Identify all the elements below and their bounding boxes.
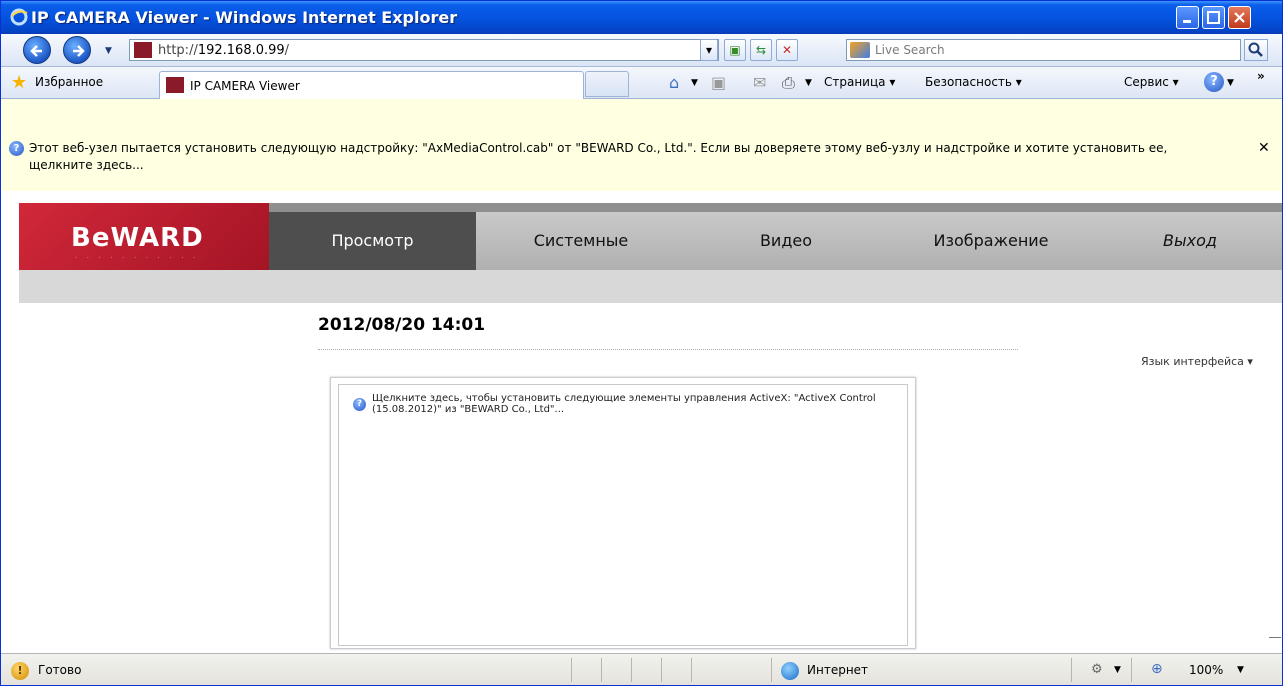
scrollbar-grip[interactable] — [1269, 637, 1281, 651]
status-bar: ! Готово Интернет ⚙ ▼ ⊕ 100% ▼ — [1, 653, 1282, 685]
search-icon — [1248, 42, 1263, 57]
maximize-icon — [1207, 11, 1220, 24]
favorites-star-icon[interactable]: ★ — [11, 74, 27, 92]
status-text: Готово — [38, 663, 82, 677]
status-separator — [771, 658, 772, 682]
search-placeholder: Live Search — [875, 43, 945, 57]
status-separator — [601, 658, 602, 682]
home-dropdown-icon[interactable]: ▼ — [691, 78, 698, 88]
warning-shield-icon: ! — [11, 662, 29, 680]
home-icon[interactable]: ⌂ — [669, 73, 679, 92]
favorites-button[interactable]: Избранное — [35, 75, 103, 89]
compatibility-button[interactable]: ▣ — [724, 39, 746, 61]
nav-video[interactable]: Видео — [686, 212, 886, 270]
tab-bar: ★ Избранное IP CAMERA Viewer ⌂ ▼ ▣ ✉ ⎙ ▼… — [1, 67, 1282, 99]
address-bar: ▼ http://192.168.0.99/ ▾ ▣ ⇆ ✕ Live Sear… — [1, 34, 1282, 67]
url-host: 192.168.0.99 — [197, 43, 285, 58]
site-favicon — [134, 42, 152, 58]
internet-explorer-icon — [10, 8, 28, 26]
status-separator — [1071, 658, 1072, 682]
print-dropdown-icon[interactable]: ▼ — [805, 78, 812, 88]
refresh-icon: ⇆ — [755, 43, 767, 57]
site-subheader-band — [19, 270, 1282, 303]
url-dropdown-button[interactable]: ▾ — [700, 39, 718, 61]
zoom-icon[interactable]: ⊕ — [1151, 661, 1163, 677]
help-icon[interactable]: ? — [1204, 72, 1224, 92]
status-separator — [631, 658, 632, 682]
search-input[interactable]: Live Search — [846, 39, 1241, 61]
chevron-more-icon[interactable]: » — [1257, 69, 1265, 83]
page-menu[interactable]: Страница ▾ — [824, 75, 895, 89]
zoom-dropdown-icon[interactable]: ▼ — [1237, 665, 1244, 675]
read-mail-icon[interactable]: ✉ — [753, 73, 766, 92]
stop-icon: ✕ — [781, 43, 793, 57]
zoom-level[interactable]: 100% — [1189, 663, 1223, 677]
tab-favicon — [166, 77, 184, 93]
url-prefix: http:// — [158, 43, 198, 58]
video-frame: ? Щелкните здесь, чтобы установить следу… — [330, 377, 916, 649]
help-dropdown-icon[interactable]: ▼ — [1227, 78, 1234, 88]
history-dropdown-icon[interactable]: ▼ — [105, 46, 112, 56]
status-separator — [661, 658, 662, 682]
internet-zone-icon — [781, 662, 799, 680]
minimize-button[interactable] — [1176, 6, 1199, 29]
tab-ip-camera-viewer[interactable]: IP CAMERA Viewer — [159, 71, 584, 99]
print-icon[interactable]: ⎙ — [782, 73, 795, 93]
close-icon — [1234, 12, 1245, 23]
new-tab-button[interactable] — [585, 71, 629, 97]
tools-menu[interactable]: Сервис ▾ — [1124, 75, 1179, 89]
status-separator — [691, 658, 692, 682]
maximize-button[interactable] — [1202, 6, 1225, 29]
stop-button[interactable]: ✕ — [776, 39, 798, 61]
page-content: Просмотр Системные Видео Изображение Вых… — [1, 191, 1282, 651]
window-title: IP CAMERA Viewer - Windows Internet Expl… — [31, 8, 458, 27]
feeds-icon[interactable]: ▣ — [711, 73, 726, 92]
activex-shield-icon: ? — [353, 398, 366, 411]
information-bar-message[interactable]: Этот веб-узел пытается установить следую… — [29, 140, 1229, 174]
language-selector[interactable]: Язык интерфейса ▾ — [1141, 355, 1253, 368]
arrow-left-icon — [30, 45, 42, 57]
minimize-icon — [1183, 20, 1191, 23]
safety-menu[interactable]: Безопасность ▾ — [925, 75, 1022, 89]
nav-logout[interactable]: Выход — [1096, 212, 1282, 270]
arrow-right-icon — [73, 45, 85, 57]
live-search-icon — [850, 42, 870, 58]
activex-placeholder[interactable]: ? Щелкните здесь, чтобы установить следу… — [338, 384, 908, 646]
nav-view[interactable]: Просмотр — [269, 212, 476, 270]
close-window-button[interactable] — [1228, 6, 1251, 29]
beward-logo[interactable]: BeWARD · · · · · · · · · · · — [19, 203, 269, 277]
protected-mode-dropdown-icon[interactable]: ▼ — [1114, 665, 1121, 675]
logo-tagline-graphic: · · · · · · · · · · · — [75, 255, 200, 262]
compatibility-icon: ▣ — [729, 43, 741, 57]
status-separator — [1131, 658, 1132, 682]
tab-title: IP CAMERA Viewer — [190, 79, 300, 93]
protected-mode-icon[interactable]: ⚙ — [1091, 662, 1103, 677]
chevron-down-icon: ▾ — [705, 43, 713, 57]
browser-window: IP CAMERA Viewer - Windows Internet Expl… — [0, 0, 1283, 686]
camera-datetime: 2012/08/20 14:01 — [318, 315, 486, 335]
nav-system[interactable]: Системные — [476, 212, 686, 270]
information-bar-content: ? Этот веб-узел пытается установить след… — [1, 99, 1282, 191]
forward-button[interactable] — [63, 36, 91, 64]
activex-install-message[interactable]: Щелкните здесь, чтобы установить следующ… — [372, 393, 892, 415]
logo-text: BeWARD — [71, 223, 204, 253]
info-shield-icon: ? — [9, 141, 24, 156]
url-input[interactable]: http://192.168.0.99/ — [129, 39, 719, 61]
nav-image[interactable]: Изображение — [886, 212, 1096, 270]
refresh-button[interactable]: ⇆ — [750, 39, 772, 61]
close-information-bar-button[interactable]: ✕ — [1258, 140, 1270, 156]
security-zone[interactable]: Интернет — [807, 663, 868, 677]
url-suffix: / — [284, 43, 290, 58]
site-navigation: Просмотр Системные Видео Изображение Вых… — [269, 212, 1282, 270]
back-button[interactable] — [23, 36, 51, 64]
title-bar: IP CAMERA Viewer - Windows Internet Expl… — [1, 1, 1282, 34]
status-separator — [571, 658, 572, 682]
search-button[interactable] — [1244, 39, 1268, 61]
divider — [318, 349, 1018, 350]
